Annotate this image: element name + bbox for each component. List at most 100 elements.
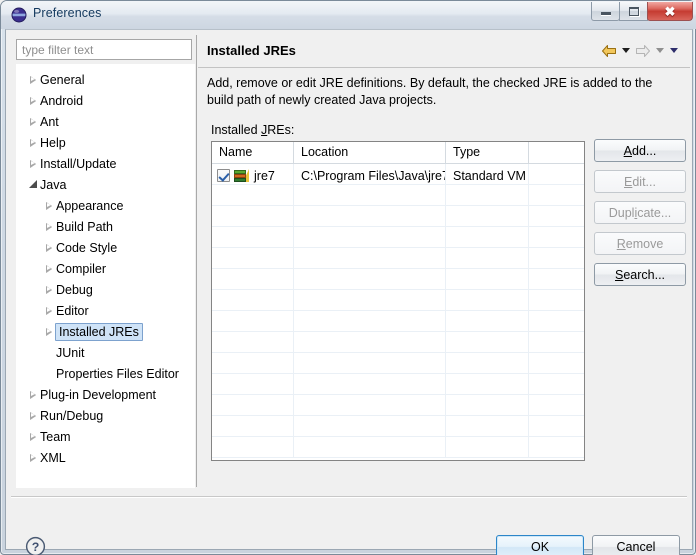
expand-arrow-icon[interactable] [25, 405, 40, 426]
expand-arrow-icon[interactable] [41, 300, 56, 321]
sidebar-item-java[interactable]: Java [17, 174, 194, 195]
table-empty-row[interactable] [212, 416, 584, 437]
table-empty-row[interactable] [212, 206, 584, 227]
minimize-button[interactable] [591, 2, 620, 21]
sidebar-item-install-update[interactable]: Install/Update [17, 153, 194, 174]
table-column-header[interactable] [529, 142, 584, 164]
table-empty-cell [529, 248, 584, 269]
button-label-post: emove [625, 236, 664, 251]
table-empty-row[interactable] [212, 290, 584, 311]
jre-location-cell: C:\Program Files\Java\jre7 [294, 164, 446, 185]
table-empty-row[interactable] [212, 437, 584, 458]
sidebar-item-build-path[interactable]: Build Path [17, 216, 194, 237]
table-empty-row[interactable] [212, 269, 584, 290]
table-empty-cell [529, 374, 584, 395]
sidebar-item-debug[interactable]: Debug [17, 279, 194, 300]
expand-arrow-icon[interactable] [41, 237, 56, 258]
sidebar-item-ant[interactable]: Ant [17, 111, 194, 132]
remove-button: Remove [594, 232, 686, 255]
table-empty-row[interactable] [212, 353, 584, 374]
sidebar-item-general[interactable]: General [17, 69, 194, 90]
table-row[interactable]: jre7 C:\Program Files\Java\jre7 Standard V… [212, 164, 584, 185]
sidebar-item-team[interactable]: Team [17, 426, 194, 447]
sidebar-item-help[interactable]: Help [17, 132, 194, 153]
title-bar[interactable]: Preferences ✖ [1, 1, 696, 29]
expand-arrow-icon[interactable] [25, 447, 40, 468]
installed-jres-table[interactable]: Name Location Type jre7 C:\Program Files\Ja… [211, 141, 585, 461]
chevron-right-icon [45, 264, 52, 273]
sidebar-item-label: Install/Update [40, 156, 117, 171]
expand-arrow-icon[interactable] [41, 216, 56, 237]
expand-arrow-icon[interactable] [25, 384, 40, 405]
table-empty-cell [212, 206, 294, 227]
table-empty-row[interactable] [212, 332, 584, 353]
expand-arrow-icon[interactable] [25, 69, 40, 90]
table-empty-cell [212, 227, 294, 248]
expand-arrow-icon[interactable] [41, 258, 56, 279]
sidebar-item-label: Ant [40, 114, 59, 129]
panel-divider[interactable] [196, 35, 197, 487]
jre-checkbox[interactable] [217, 169, 230, 182]
table-column-header[interactable]: Type [446, 142, 529, 164]
table-empty-cell [446, 290, 529, 311]
button-label-mnemonic: S [614, 267, 624, 282]
sidebar-item-junit[interactable]: JUnit [17, 342, 194, 363]
sidebar-item-android[interactable]: Android [17, 90, 194, 111]
close-button[interactable]: ✖ [647, 2, 693, 21]
preferences-dialog: Preferences ✖ General Android Ant Help Insta… [0, 0, 696, 555]
expand-arrow-icon[interactable] [25, 111, 40, 132]
table-empty-row[interactable] [212, 311, 584, 332]
forward-button[interactable] [633, 41, 653, 60]
table-empty-cell [294, 437, 446, 458]
expand-arrow-icon[interactable] [25, 90, 40, 111]
table-empty-cell [212, 416, 294, 437]
ok-button[interactable]: OK [496, 535, 584, 555]
table-empty-row[interactable] [212, 227, 584, 248]
cancel-button[interactable]: Cancel [592, 535, 680, 555]
sidebar-item-properties-files-editor[interactable]: Properties Files Editor [17, 363, 194, 384]
collapse-arrow-icon[interactable] [25, 174, 40, 195]
sidebar-item-run-debug[interactable]: Run/Debug [17, 405, 194, 426]
sidebar-item-editor[interactable]: Editor [17, 300, 194, 321]
sidebar-item-plug-in-development[interactable]: Plug-in Development [17, 384, 194, 405]
sidebar-item-installed-jres[interactable]: Installed JREs [17, 321, 194, 342]
expand-arrow-icon[interactable] [25, 132, 40, 153]
preference-tree[interactable]: General Android Ant Help Install/Update Java A… [16, 64, 195, 488]
expand-arrow-icon[interactable] [41, 321, 56, 342]
table-empty-row[interactable] [212, 185, 584, 206]
table-empty-row[interactable] [212, 395, 584, 416]
sidebar-item-xml[interactable]: XML [17, 447, 194, 468]
page-description: Add, remove or edit JRE definitions. By … [207, 76, 653, 107]
table-column-header[interactable]: Name [212, 142, 294, 164]
sidebar-item-compiler[interactable]: Compiler [17, 258, 194, 279]
jre-books-icon [234, 168, 250, 183]
sidebar-item-label: Java [40, 177, 67, 192]
table-empty-row[interactable] [212, 248, 584, 269]
expand-arrow-icon[interactable] [41, 279, 56, 300]
filter-input[interactable] [16, 39, 192, 60]
table-empty-row[interactable] [212, 374, 584, 395]
maximize-button[interactable] [619, 2, 648, 21]
sidebar-item-label: Team [40, 429, 71, 444]
sidebar-item-appearance[interactable]: Appearance [17, 195, 194, 216]
table-empty-cell [212, 437, 294, 458]
back-history-dropdown[interactable] [619, 41, 633, 60]
installed-jres-label-rest: REs: [267, 123, 295, 137]
table-column-header[interactable]: Location [294, 142, 446, 164]
table-empty-cell [446, 227, 529, 248]
jre-type-cell: Standard VM [446, 164, 529, 185]
sidebar-item-code-style[interactable]: Code Style [17, 237, 194, 258]
back-button[interactable] [599, 41, 619, 60]
expand-arrow-icon[interactable] [25, 153, 40, 174]
sidebar-item-label: Compiler [56, 261, 107, 276]
expand-arrow-icon[interactable] [41, 195, 56, 216]
minimize-icon [600, 12, 611, 15]
forward-history-dropdown[interactable] [653, 41, 667, 60]
search-button[interactable]: Search... [594, 263, 686, 286]
table-empty-cell [294, 332, 446, 353]
expand-arrow-icon[interactable] [25, 426, 40, 447]
help-icon[interactable]: ? [25, 536, 46, 555]
table-empty-cell [529, 353, 584, 374]
add-button[interactable]: Add... [594, 139, 686, 162]
page-view-menu-button[interactable] [667, 41, 681, 60]
